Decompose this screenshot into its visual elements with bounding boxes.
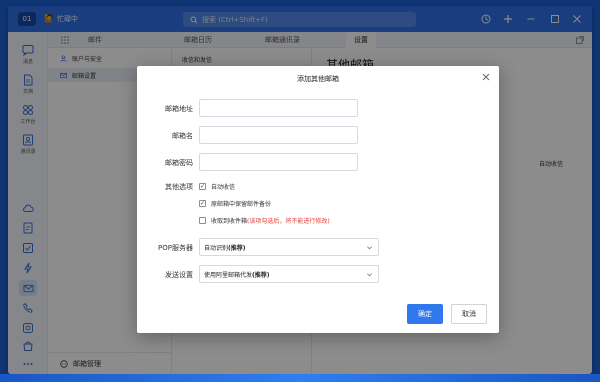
- option-receive-to-inbox[interactable]: 收取到收件箱(该项勾选后，将不能进行修改): [199, 216, 330, 225]
- chevron-down-icon: [367, 273, 372, 277]
- mailbox-name-label: 邮箱名: [172, 132, 193, 140]
- mailbox-name-input[interactable]: [199, 126, 358, 144]
- checkbox-unchecked[interactable]: [199, 217, 206, 224]
- send-settings-select[interactable]: 使用阿里邮箱代发(推荐): [199, 265, 379, 283]
- other-options-label: 其他选项: [165, 183, 193, 191]
- checkbox-checked[interactable]: ✓: [199, 183, 206, 190]
- chevron-down-icon: [367, 246, 372, 250]
- confirm-button[interactable]: 确定: [407, 304, 443, 324]
- checkbox-checked[interactable]: ✓: [199, 200, 206, 207]
- pop-server-select[interactable]: 自动识别(推荐): [199, 238, 379, 256]
- send-settings-value: 使用阿里邮箱代发(推荐): [204, 271, 270, 279]
- password-label: 邮箱密码: [165, 159, 193, 167]
- cancel-button[interactable]: 取消: [451, 304, 487, 324]
- option-auto-receive[interactable]: ✓ 自动收信: [199, 182, 235, 191]
- option-label: 原邮箱中保留邮件备份: [211, 201, 272, 208]
- email-address-label: 邮箱地址: [165, 105, 193, 113]
- password-input[interactable]: [199, 153, 358, 171]
- dialog-title: 添加其他邮箱: [297, 75, 339, 83]
- option-label: 自动收信: [211, 184, 236, 191]
- send-settings-label: 发送设置: [165, 271, 193, 279]
- pop-server-value: 自动识别(推荐): [204, 244, 246, 252]
- pop-server-label: POP服务器: [158, 244, 193, 252]
- email-address-input[interactable]: [199, 99, 358, 117]
- option-keep-backup[interactable]: ✓ 原邮箱中保留邮件备份: [199, 199, 271, 208]
- add-mailbox-dialog: 添加其他邮箱 邮箱地址 邮箱名 邮箱密码 其他选项 ✓ 自动收信 ✓ 原邮箱中保…: [137, 66, 499, 333]
- option-label: 收取到收件箱(该项勾选后，将不能进行修改): [211, 218, 330, 225]
- close-icon[interactable]: [481, 72, 491, 82]
- desktop-background: [0, 374, 600, 382]
- option-warning: (该项勾选后，将不能进行修改): [247, 218, 330, 225]
